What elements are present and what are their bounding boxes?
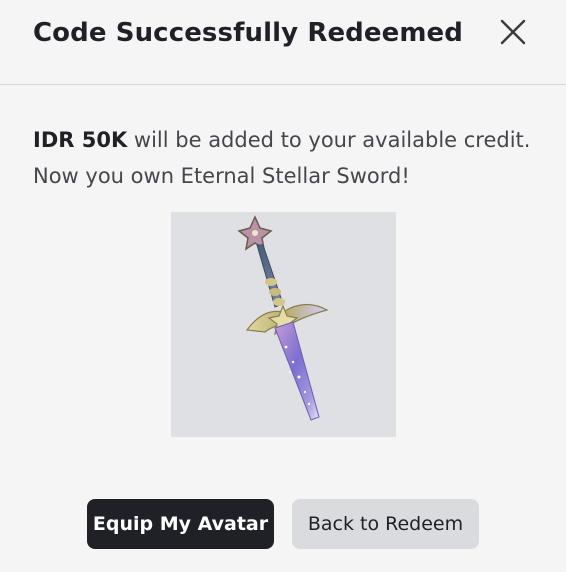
redeem-success-dialog: Code Successfully Redeemed IDR 50K will … <box>0 0 566 572</box>
success-message: IDR 50K will be added to your available … <box>33 122 553 194</box>
dialog-header: Code Successfully Redeemed <box>0 0 566 85</box>
dialog-actions: Equip My Avatar Back to Redeem <box>0 499 566 549</box>
back-to-redeem-button[interactable]: Back to Redeem <box>292 499 479 549</box>
ownership-message: Now you own Eternal Stellar Sword! <box>33 164 410 188</box>
item-thumbnail <box>171 212 396 437</box>
close-button[interactable] <box>495 14 531 50</box>
credit-message-text: will be added to your available credit. <box>127 128 531 152</box>
credit-amount: IDR 50K <box>33 128 128 152</box>
dialog-title: Code Successfully Redeemed <box>33 18 464 48</box>
close-icon <box>500 19 526 45</box>
sword-icon <box>237 215 329 421</box>
equip-avatar-button[interactable]: Equip My Avatar <box>87 499 274 549</box>
